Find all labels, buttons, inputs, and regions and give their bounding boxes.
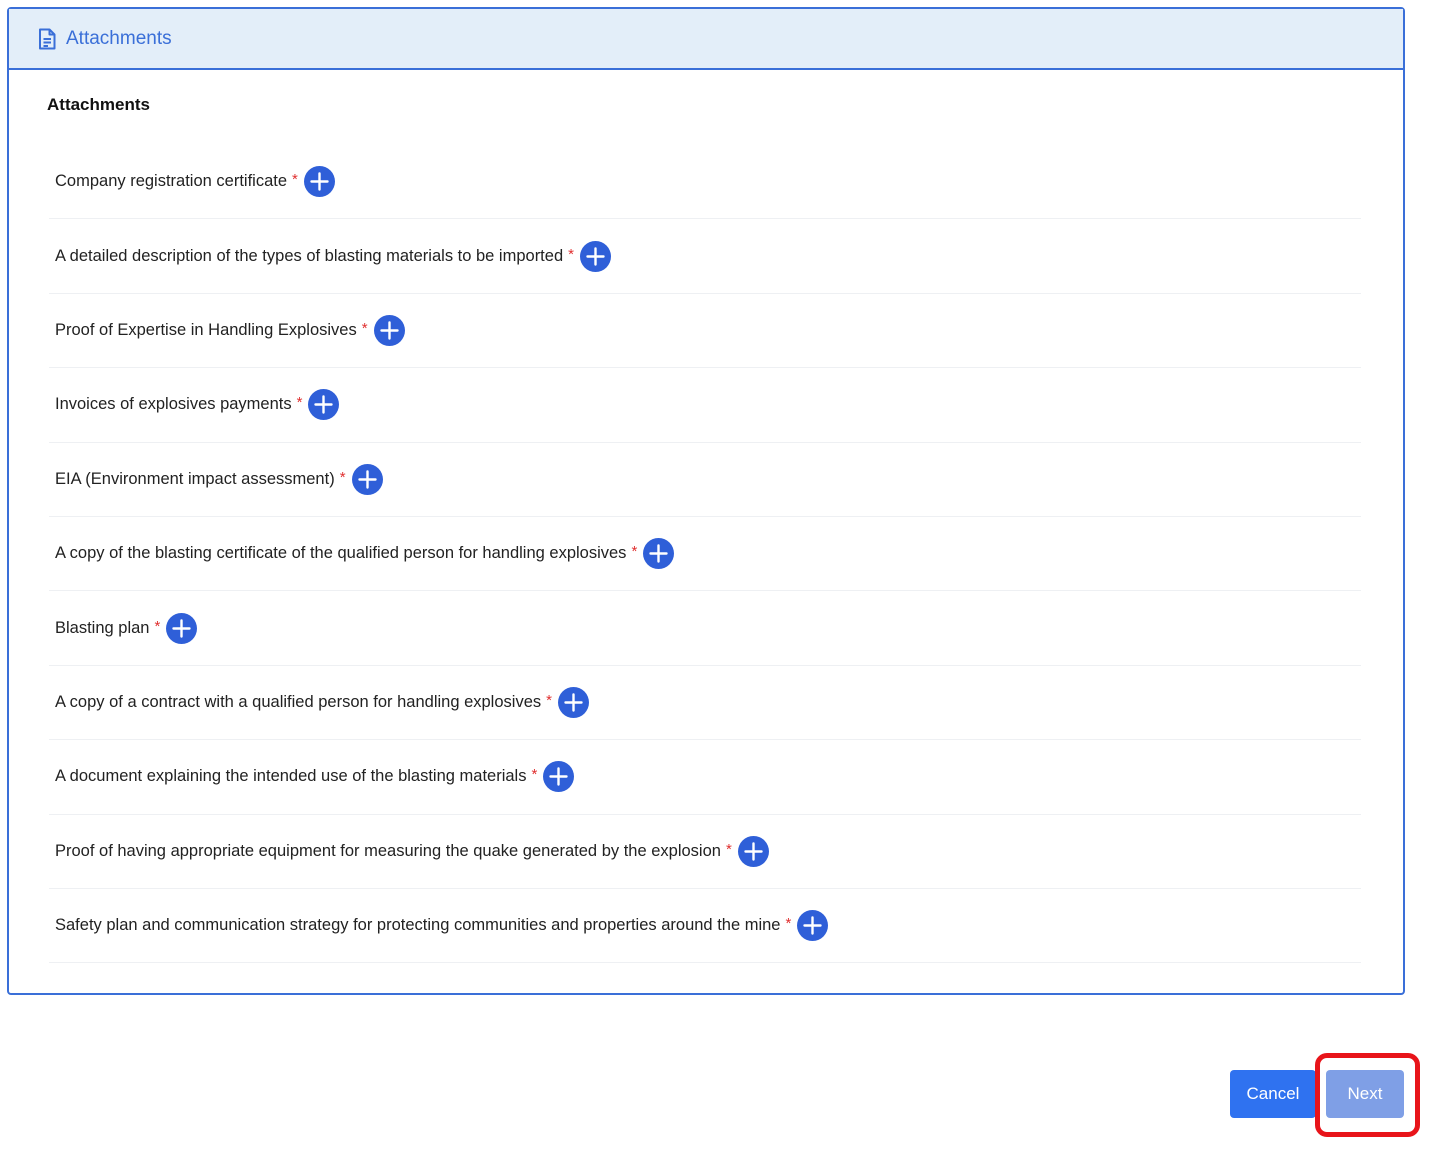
required-marker: * — [531, 766, 538, 784]
attachment-list: Company registration certificate * A det… — [49, 145, 1361, 964]
plus-circle-icon — [172, 618, 192, 638]
plus-circle-icon — [310, 172, 329, 191]
attachment-label: A copy of the blasting certificate of th… — [55, 544, 627, 563]
plus-circle-icon — [744, 842, 763, 861]
required-marker: * — [785, 915, 792, 933]
attachment-row: Safety plan and communication strategy f… — [49, 889, 1361, 964]
add-attachment-button[interactable] — [303, 166, 335, 198]
plus-circle-icon — [314, 395, 334, 415]
required-marker: * — [546, 691, 552, 709]
attachment-row: Proof of Expertise in Handling Explosive… — [49, 294, 1361, 369]
plus-circle-icon — [564, 693, 583, 712]
panel-header: Attachments — [9, 9, 1403, 70]
add-attachment-button[interactable] — [351, 463, 383, 495]
required-marker: * — [361, 319, 368, 337]
required-marker: * — [725, 840, 732, 858]
section-title: Attachments — [47, 95, 150, 114]
add-attachment-button[interactable] — [166, 612, 198, 644]
required-marker: * — [339, 468, 346, 486]
attachment-row: A document explaining the intended use o… — [49, 740, 1361, 815]
attachment-row: A copy of a contract with a qualified pe… — [49, 666, 1361, 741]
add-attachment-button[interactable] — [308, 389, 340, 421]
attachment-row: Blasting plan * — [49, 591, 1361, 666]
attachment-row: Proof of having appropriate equipment fo… — [49, 815, 1361, 889]
attachment-row: A copy of the blasting certificate of th… — [49, 517, 1361, 592]
attachment-row: EIA (Environment impact assessment) * — [49, 443, 1361, 517]
document-icon — [37, 28, 57, 50]
add-attachment-button[interactable] — [579, 240, 611, 272]
add-attachment-button[interactable] — [737, 835, 769, 867]
attachment-label: Proof of having appropriate equipment fo… — [55, 841, 721, 860]
attachment-label: A detailed description of the types of b… — [55, 246, 564, 265]
add-attachment-button[interactable] — [373, 314, 405, 346]
panel-header-title: Attachments — [66, 27, 172, 49]
attachment-row: Invoices of explosives payments * — [49, 368, 1361, 443]
plus-circle-icon — [649, 544, 668, 563]
required-marker: * — [296, 394, 303, 412]
attachment-label: Proof of Expertise in Handling Explosive… — [55, 320, 357, 339]
plus-circle-icon — [549, 767, 569, 787]
add-attachment-button[interactable] — [797, 910, 829, 942]
attachment-label: Blasting plan — [55, 618, 150, 637]
required-marker: * — [292, 171, 298, 189]
plus-circle-icon — [586, 246, 605, 266]
attachment-label: Safety plan and communication strategy f… — [55, 916, 781, 935]
attachment-row: A detailed description of the types of b… — [49, 219, 1361, 294]
attachment-label: A document explaining the intended use o… — [55, 767, 527, 786]
required-marker: * — [568, 245, 574, 263]
required-marker: * — [154, 617, 161, 635]
attachment-label: Company registration certificate — [55, 172, 288, 191]
add-attachment-button[interactable] — [543, 761, 575, 793]
attachment-row: Company registration certificate * — [49, 145, 1361, 220]
plus-circle-icon — [803, 916, 823, 935]
attachments-panel: Attachments Attachments Company registra… — [7, 7, 1405, 995]
cancel-button[interactable]: Cancel — [1230, 1070, 1316, 1118]
attachment-label: EIA (Environment impact assessment) — [55, 469, 335, 488]
attachment-label: Invoices of explosives payments — [55, 395, 292, 414]
attachment-label: A copy of a contract with a qualified pe… — [55, 692, 542, 711]
next-button-highlight — [1315, 1053, 1420, 1137]
plus-circle-icon — [357, 470, 377, 489]
add-attachment-button[interactable] — [643, 538, 675, 570]
required-marker: * — [631, 543, 638, 561]
add-attachment-button[interactable] — [557, 686, 589, 718]
plus-circle-icon — [379, 321, 399, 340]
